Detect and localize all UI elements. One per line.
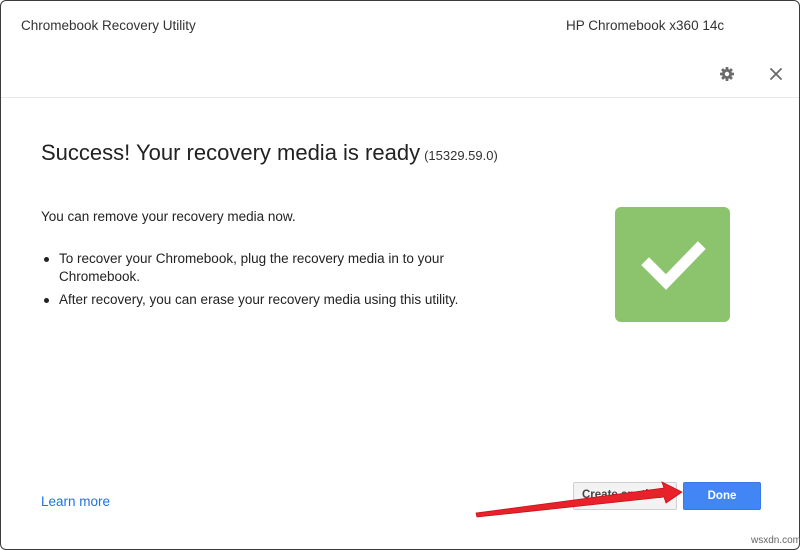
page-title: Success! Your recovery media is ready (15…: [41, 140, 498, 166]
headline-text: Success! Your recovery media is ready: [41, 140, 421, 165]
instructions-list: To recover your Chromebook, plug the rec…: [41, 250, 501, 314]
list-item: To recover your Chromebook, plug the rec…: [41, 250, 501, 286]
learn-more-link[interactable]: Learn more: [41, 494, 110, 509]
success-badge: [615, 207, 730, 322]
device-name: HP Chromebook x360 14c: [566, 18, 725, 33]
done-button[interactable]: Done: [683, 482, 761, 510]
close-icon[interactable]: [766, 64, 786, 84]
version-label: (15329.59.0): [424, 148, 498, 163]
recovery-utility-window: Chromebook Recovery Utility HP Chromeboo…: [0, 0, 800, 550]
title-bar: Chromebook Recovery Utility HP Chromeboo…: [1, 1, 799, 98]
app-title: Chromebook Recovery Utility: [21, 18, 196, 33]
checkmark-icon: [641, 241, 706, 290]
lead-text: You can remove your recovery media now.: [41, 209, 296, 224]
list-item: After recovery, you can erase your recov…: [41, 291, 501, 309]
create-another-button[interactable]: Create another: [573, 482, 677, 510]
watermark: wsxdn.com: [751, 535, 800, 546]
gear-icon[interactable]: [717, 64, 737, 84]
